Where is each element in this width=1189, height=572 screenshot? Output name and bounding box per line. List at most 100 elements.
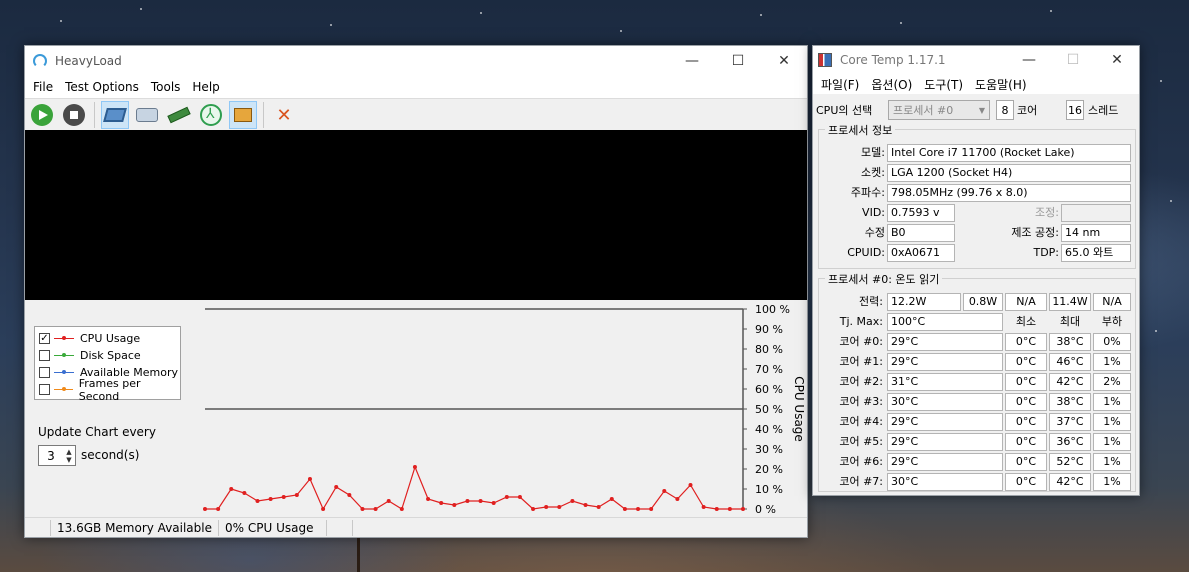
cpu-usage-point bbox=[531, 507, 536, 511]
heavyload-titlebar[interactable]: HeavyLoad — ☐ ✕ bbox=[25, 46, 807, 76]
cpu-usage-point bbox=[203, 507, 207, 511]
core-min: 0°C bbox=[1005, 393, 1047, 411]
memory-icon bbox=[167, 106, 191, 124]
legend-label: Frames per Second bbox=[78, 376, 141, 403]
stop-button[interactable] bbox=[60, 101, 88, 129]
cpu-usage-point bbox=[465, 499, 470, 503]
cpu-usage-point bbox=[439, 501, 444, 505]
cpu-load-button[interactable] bbox=[101, 101, 129, 129]
toolbar: ✕ bbox=[25, 98, 807, 132]
coretemp-titlebar[interactable]: Core Temp 1.17.1 — ☐ ✕ bbox=[813, 46, 1139, 74]
status-cell bbox=[327, 519, 353, 536]
maximize-button[interactable]: ☐ bbox=[715, 46, 761, 76]
cpuid-label: CPUID: bbox=[847, 246, 885, 259]
update-interval-spinner[interactable]: 3 ▲ ▼ bbox=[38, 445, 76, 466]
cpu-usage-point bbox=[412, 465, 417, 469]
cpu-usage-point bbox=[557, 505, 562, 509]
spinner-arrows-icon[interactable]: ▲ ▼ bbox=[63, 446, 75, 465]
cpu-usage-point bbox=[636, 507, 641, 511]
socket-value: LGA 1200 (Socket H4) bbox=[887, 164, 1131, 182]
cpu-usage-point bbox=[504, 495, 509, 499]
core-max: 38°C bbox=[1049, 393, 1091, 411]
processor-info-group: 프로세서 정보 모델: Intel Core i7 11700 (Rocket … bbox=[818, 122, 1136, 269]
core-max: 37°C bbox=[1049, 413, 1091, 431]
legend-checkbox[interactable] bbox=[39, 367, 50, 378]
power-uncore: N/A bbox=[1005, 293, 1047, 311]
core-min: 0°C bbox=[1005, 373, 1047, 391]
core-min: 0°C bbox=[1005, 473, 1047, 491]
memory-load-button[interactable] bbox=[165, 101, 193, 129]
menu-test-options[interactable]: Test Options bbox=[59, 80, 145, 94]
core-temp: 29°C bbox=[887, 453, 1003, 471]
menu-options[interactable]: 옵션(O) bbox=[865, 76, 918, 93]
legend-checkbox[interactable] bbox=[39, 384, 50, 395]
socket-label: 소켓: bbox=[861, 166, 885, 179]
modulation-label: 조정: bbox=[1035, 206, 1059, 219]
core-label: 코어 #6: bbox=[839, 455, 883, 468]
minimize-button[interactable]: — bbox=[1007, 46, 1051, 74]
lithography-label: 제조 공정: bbox=[1011, 226, 1059, 239]
legend-item-cpu-usage[interactable]: ✓ CPU Usage bbox=[39, 330, 180, 347]
core-load: 1% bbox=[1093, 433, 1131, 451]
stop-icon bbox=[63, 104, 85, 126]
cpu-usage-point bbox=[517, 495, 522, 499]
cpu-usage-point bbox=[570, 499, 575, 503]
disk-load-button[interactable] bbox=[133, 101, 161, 129]
menu-tools[interactable]: 도구(T) bbox=[918, 76, 969, 93]
close-button[interactable]: ✕ bbox=[761, 46, 807, 76]
core-min: 0°C bbox=[1005, 413, 1047, 431]
menu-file[interactable]: File bbox=[27, 80, 59, 94]
core-temp: 29°C bbox=[887, 413, 1003, 431]
menu-file[interactable]: 파일(F) bbox=[815, 76, 865, 93]
cpu-usage-point bbox=[649, 507, 654, 511]
tjmax-value: 100°C bbox=[887, 313, 1003, 331]
header-max: 최대 bbox=[1059, 315, 1081, 328]
cpu-usage-point bbox=[373, 507, 378, 511]
status-cpu: 0% CPU Usage bbox=[219, 519, 327, 536]
cpu-select-dropdown[interactable]: 프로세서 #0 ▼ bbox=[888, 100, 990, 120]
coretemp-app-icon bbox=[818, 53, 832, 67]
core-temp: 29°C bbox=[887, 353, 1003, 371]
cpu-usage-point bbox=[491, 501, 496, 505]
vid-value: 0.7593 v bbox=[887, 204, 955, 222]
menu-help[interactable]: Help bbox=[186, 80, 225, 94]
chart-tick-label: 30 % bbox=[755, 443, 783, 456]
legend-checkbox[interactable]: ✓ bbox=[39, 333, 50, 344]
legend-checkbox[interactable] bbox=[39, 350, 50, 361]
core-temp: 29°C bbox=[887, 433, 1003, 451]
legend-line-icon bbox=[53, 387, 73, 391]
model-label: 모델: bbox=[861, 146, 885, 159]
update-interval-value[interactable]: 3 bbox=[39, 449, 63, 463]
chart-tick-label: 40 % bbox=[755, 423, 783, 436]
menu-help[interactable]: 도움말(H) bbox=[969, 76, 1033, 93]
core-max: 38°C bbox=[1049, 333, 1091, 351]
gpu-icon bbox=[200, 104, 222, 126]
chart-tick-label: 100 % bbox=[755, 303, 790, 316]
start-button[interactable] bbox=[28, 101, 56, 129]
coretemp-window: Core Temp 1.17.1 — ☐ ✕ 파일(F) 옵션(O) 도구(T)… bbox=[812, 45, 1140, 496]
status-bar: 13.6GB Memory Available 0% CPU Usage bbox=[25, 517, 807, 537]
menu-bar: File Test Options Tools Help bbox=[25, 76, 807, 98]
cpu-icon bbox=[103, 108, 127, 122]
close-button[interactable]: ✕ bbox=[1095, 46, 1139, 74]
chart-tick-label: 50 % bbox=[755, 403, 783, 416]
tools-button[interactable]: ✕ bbox=[270, 101, 298, 129]
legend-item-disk-space[interactable]: Disk Space bbox=[39, 347, 180, 364]
view-button[interactable] bbox=[229, 101, 257, 129]
thread-count: 16 bbox=[1066, 100, 1084, 120]
core-count-label: 코어 bbox=[1017, 104, 1038, 117]
window-title: HeavyLoad bbox=[55, 54, 122, 68]
minimize-button[interactable]: — bbox=[669, 46, 715, 76]
legend-item-fps[interactable]: Frames per Second bbox=[39, 377, 180, 403]
cpu-usage-point bbox=[216, 507, 221, 511]
cpu-usage-point bbox=[452, 503, 457, 507]
toolbar-separator bbox=[94, 102, 95, 128]
cpu-usage-point bbox=[714, 507, 719, 511]
chart-tick-label: 70 % bbox=[755, 363, 783, 376]
menu-tools[interactable]: Tools bbox=[145, 80, 187, 94]
gpu-load-button[interactable] bbox=[197, 101, 225, 129]
tools-icon: ✕ bbox=[276, 104, 292, 126]
tjmax-label: Tj. Max: bbox=[839, 315, 883, 328]
power-label: 전력: bbox=[859, 295, 883, 308]
cpu-selection-row: CPU의 선택 프로세서 #0 ▼ 8 코어 16 스레드 bbox=[816, 100, 1136, 120]
